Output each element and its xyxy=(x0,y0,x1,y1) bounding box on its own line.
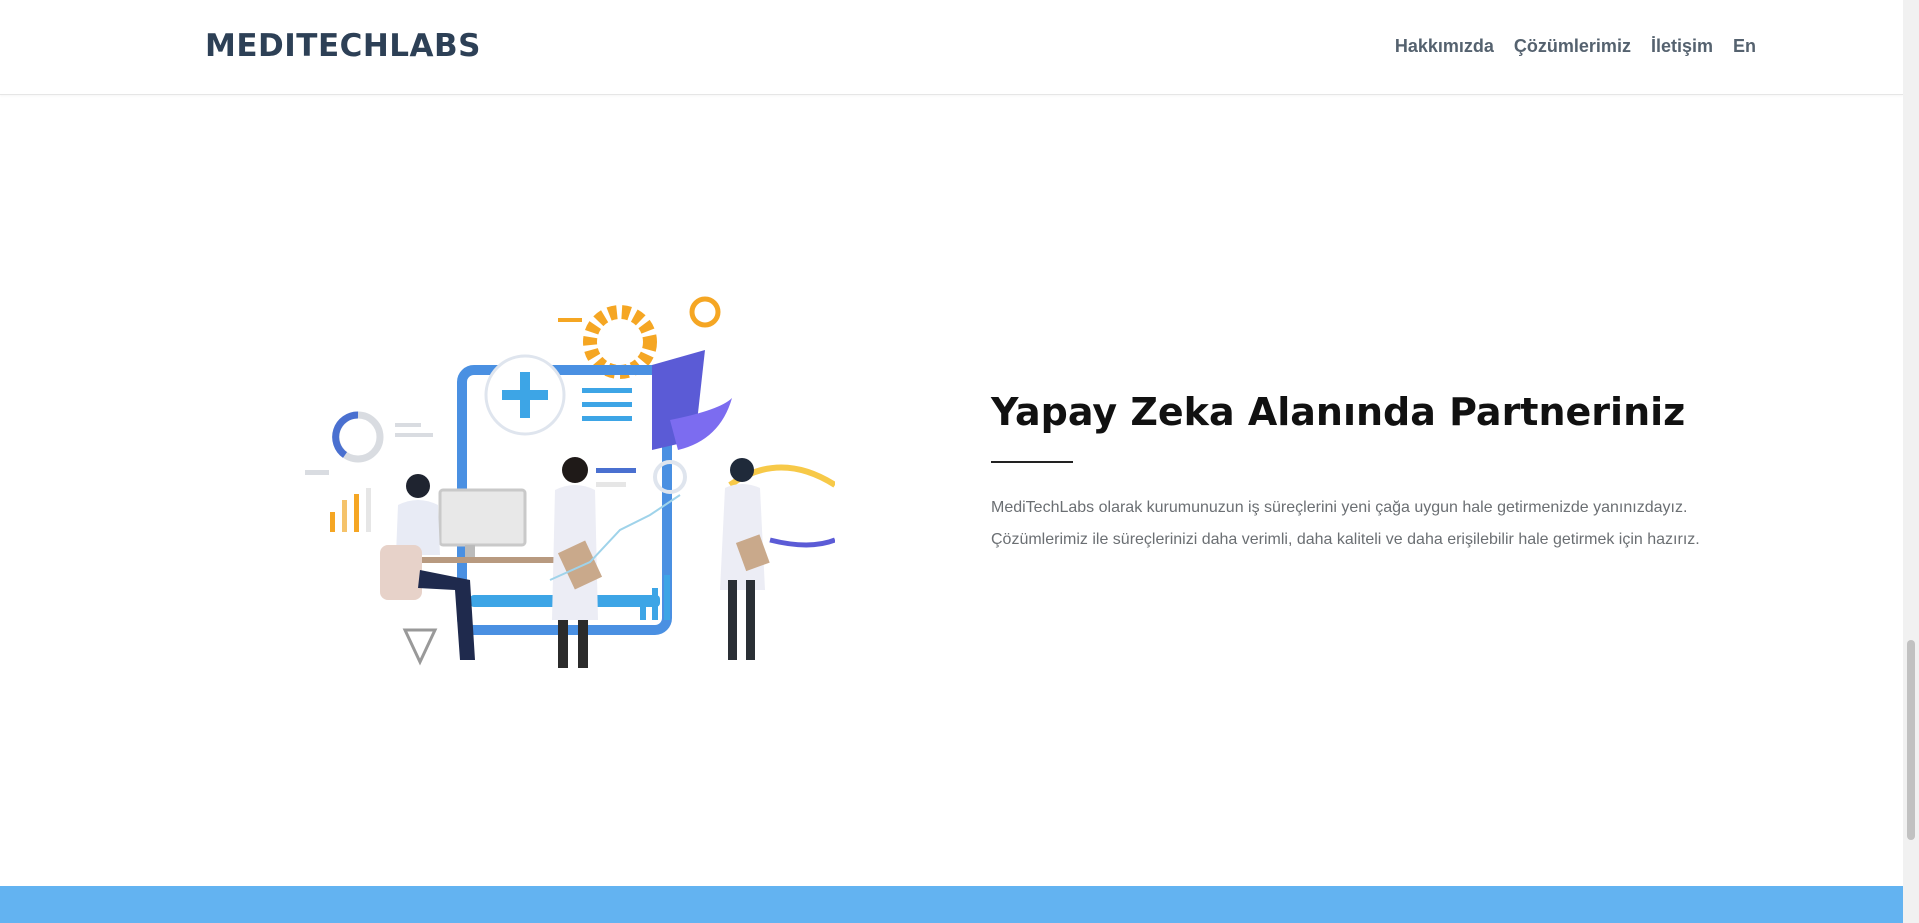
nav-link-solutions[interactable]: Çözümlerimiz xyxy=(1514,36,1631,57)
donut-chart-icon xyxy=(332,411,384,463)
main-nav: Hakkımızda Çözümlerimiz İletişim En xyxy=(1395,36,1756,57)
language-switch[interactable]: En xyxy=(1733,36,1756,57)
medical-team-illustration xyxy=(305,296,835,668)
scrollbar-thumb[interactable] xyxy=(1907,640,1915,840)
site-logo[interactable]: MEDITECHLABS xyxy=(205,28,481,64)
hero-title: Yapay Zeka Alanında Partneriniz xyxy=(991,390,1686,434)
site-header: MEDITECHLABS Hakkımızda Çözümlerimiz İle… xyxy=(0,0,1903,95)
hero-description: MediTechLabs olarak kurumunuzun iş süreç… xyxy=(991,499,1700,548)
nav-link-about[interactable]: Hakkımızda xyxy=(1395,36,1494,57)
bar-chart-icon xyxy=(330,488,371,532)
page-scrollbar[interactable] xyxy=(1903,0,1919,923)
nav-link-contact[interactable]: İletişim xyxy=(1651,36,1713,57)
plus-icon xyxy=(484,354,566,436)
footer-band xyxy=(0,886,1903,923)
title-divider xyxy=(991,461,1073,463)
